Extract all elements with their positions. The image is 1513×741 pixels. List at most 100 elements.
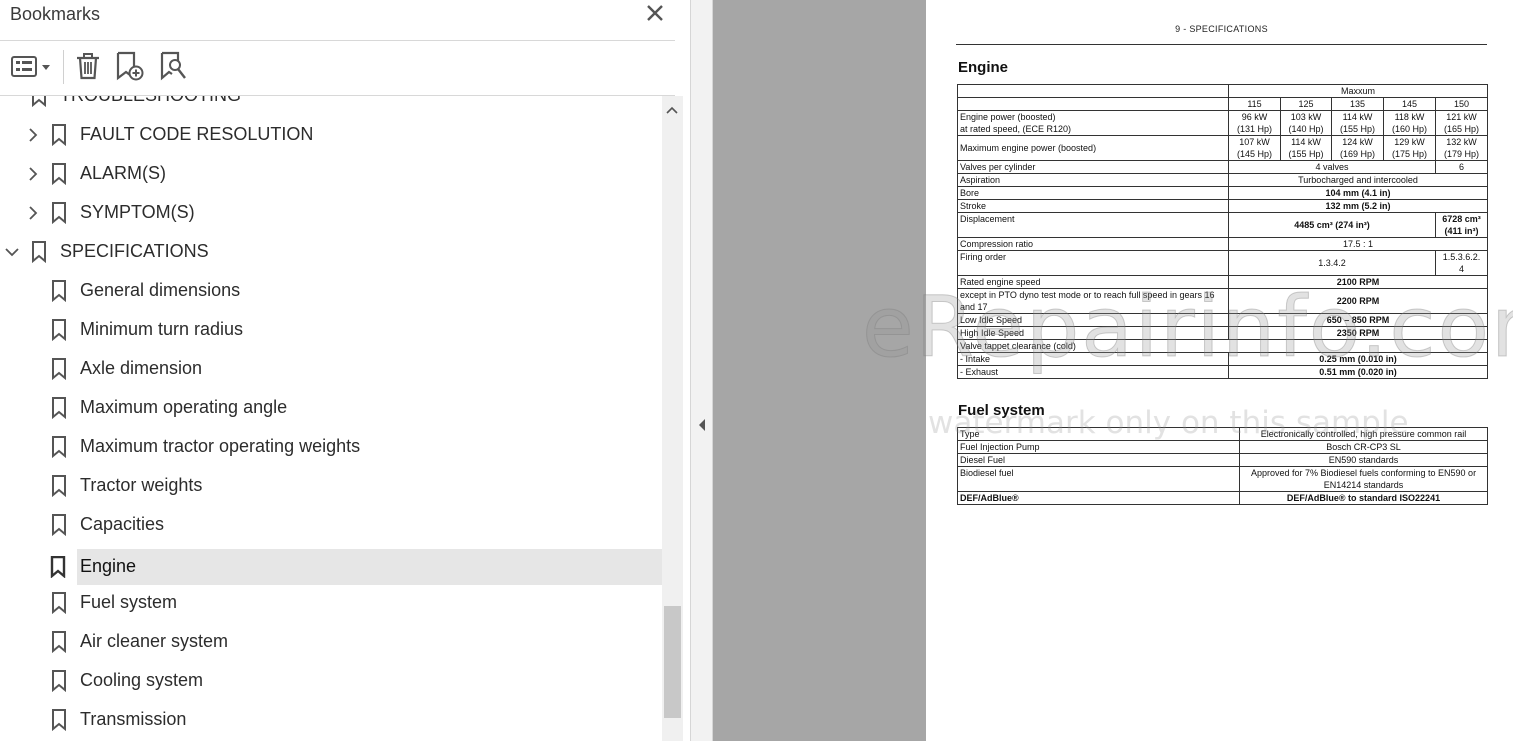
- value-cell: 132 mm (5.2 in): [1227, 199, 1489, 213]
- table-row: Fuel Injection Pump Bosch CR-CP3 SL: [957, 440, 1488, 454]
- bookmark-label: Capacities: [80, 514, 165, 534]
- row-label: - Intake: [957, 352, 1229, 366]
- bookmark-item-axle-dimension[interactable]: Axle dimension: [0, 351, 662, 387]
- row-label: Type: [957, 427, 1240, 441]
- row-label: Rated engine speed: [957, 275, 1229, 289]
- collapse-panel-icon[interactable]: [697, 418, 707, 432]
- row-label: Biodiesel fuel: [957, 466, 1240, 492]
- bookmark-label: Cooling system: [80, 670, 204, 690]
- scroll-up-icon[interactable]: [665, 104, 679, 116]
- engine-spec-table: Maxxum 115 125 135 145 150 Engine power …: [956, 84, 1489, 379]
- chevron-right-icon[interactable]: [25, 127, 41, 143]
- value-cell: 107 kW (145 Hp): [1228, 135, 1281, 161]
- bookmark-icon: [52, 163, 66, 185]
- value-cell: 129 kW (175 Hp): [1383, 135, 1436, 161]
- bookmark-item-fault-code-resolution[interactable]: FAULT CODE RESOLUTION: [0, 117, 662, 153]
- find-bookmark-button[interactable]: [158, 51, 188, 81]
- value-cell: 6728 cm³ (411 in³): [1434, 212, 1489, 238]
- value-cell: 4485 cm³ (274 in³): [1228, 212, 1436, 238]
- bookmark-label: ALARM(S): [80, 163, 167, 183]
- bookmarks-scrollbar[interactable]: [662, 96, 683, 741]
- bookmark-item-specifications[interactable]: SPECIFICATIONS: [0, 234, 662, 270]
- bookmark-label: Tractor weights: [80, 475, 203, 495]
- bookmark-icon: [52, 670, 66, 692]
- table-row: Firing order 1.3.4.2 1.5.3.6.2. 4: [957, 250, 1489, 276]
- bookmark-label: TROUBLESHOOTING: [60, 96, 241, 106]
- table-row: Stroke 132 mm (5.2 in): [957, 199, 1489, 213]
- bookmark-item-alarms[interactable]: ALARM(S): [0, 156, 662, 192]
- bookmark-icon: [52, 397, 66, 419]
- bookmark-item-maximum-operating-angle[interactable]: Maximum operating angle: [0, 390, 662, 426]
- chevron-right-icon[interactable]: [25, 205, 41, 221]
- table-row: Rated engine speed 2100 RPM: [957, 275, 1489, 289]
- model-cell: 150: [1434, 97, 1489, 111]
- row-label: Aspiration: [957, 173, 1229, 187]
- row-label: High Idle Speed: [957, 326, 1229, 340]
- bookmark-label: Axle dimension: [80, 358, 203, 378]
- row-label: Diesel Fuel: [957, 453, 1240, 467]
- table-row: Bore 104 mm (4.1 in): [957, 186, 1489, 200]
- value-cell: 132 kW (179 Hp): [1434, 135, 1489, 161]
- bookmark-item-transmission[interactable]: Transmission: [0, 702, 662, 738]
- table-row: Displacement 4485 cm³ (274 in³) 6728 cm³…: [957, 212, 1489, 238]
- row-label: Displacement: [957, 212, 1229, 238]
- value-cell: 2100 RPM: [1227, 275, 1489, 289]
- list-options-icon: [11, 56, 50, 77]
- table-row: except in PTO dyno test mode or to reach…: [957, 288, 1489, 314]
- value-cell: 124 kW (169 Hp): [1331, 135, 1384, 161]
- bookmark-item-maximum-tractor-operating-weights[interactable]: Maximum tractor operating weights: [0, 429, 662, 465]
- bookmarks-title: Bookmarks: [10, 4, 101, 24]
- bookmark-label: FAULT CODE RESOLUTION: [80, 124, 314, 144]
- table-row: Valve tappet clearance (cold): [956, 339, 1489, 353]
- row-label: Engine power (boosted) at rated speed, (E…: [957, 110, 1229, 136]
- table-row: Maximum engine power (boosted) 107 kW (14…: [957, 135, 1489, 161]
- bookmark-item-capacities[interactable]: Capacities: [0, 507, 662, 543]
- bookmark-label: SYMPTOM(S): [80, 202, 195, 222]
- value-cell: 96 kW (131 Hp): [1228, 110, 1281, 136]
- bookmark-icon: [50, 556, 66, 578]
- close-panel-button[interactable]: [643, 1, 667, 25]
- options-menu-button[interactable]: [10, 53, 52, 81]
- row-label: Valves per cylinder: [957, 160, 1229, 174]
- panel-splitter[interactable]: [690, 0, 713, 741]
- bookmark-icon: [32, 241, 46, 263]
- bookmarks-panel: Bookmarks FAULT CODE RESOLUTION ALARM(S)…: [0, 0, 690, 741]
- value-cell: 2350 RPM: [1227, 326, 1489, 340]
- bookmark-item-troubleshooting[interactable]: TROUBLESHOOTING: [0, 96, 662, 114]
- bookmark-item-symptoms[interactable]: SYMPTOM(S): [0, 195, 662, 231]
- bookmark-icon: [52, 592, 66, 614]
- value-cell: 1.5.3.6.2. 4: [1434, 250, 1489, 276]
- engine-section-title: Engine: [958, 59, 1009, 76]
- bookmark-item-tractor-weights[interactable]: Tractor weights: [0, 468, 662, 504]
- bookmark-item-cooling-system[interactable]: Cooling system: [0, 663, 662, 699]
- table-row: Biodiesel fuel Approved for 7% Biodiesel…: [957, 466, 1488, 492]
- value-cell: 4 valves: [1228, 160, 1436, 174]
- bookmark-label: General dimensions: [80, 280, 241, 300]
- table-row: Low Idle Speed 650 – 850 RPM: [957, 313, 1489, 327]
- value-cell: EN590 standards: [1239, 453, 1488, 467]
- value-cell: 103 kW (140 Hp): [1280, 110, 1332, 136]
- bookmark-item-air-cleaner-system[interactable]: Air cleaner system: [0, 624, 662, 660]
- model-group-cell: Maxxum: [1227, 84, 1489, 98]
- row-label: Fuel Injection Pump: [957, 440, 1240, 454]
- value-cell: Turbocharged and intercooled: [1227, 173, 1489, 187]
- bookmark-icon: [52, 358, 66, 380]
- bookmark-item-fuel-system[interactable]: Fuel system: [0, 585, 662, 621]
- bookmark-label: SPECIFICATIONS: [60, 241, 209, 261]
- bookmark-item-engine[interactable]: Engine: [50, 549, 662, 585]
- chevron-down-icon[interactable]: [4, 244, 20, 260]
- value-cell: 1.3.4.2: [1228, 250, 1436, 276]
- table-row: Valves per cylinder 4 valves 6: [957, 160, 1489, 174]
- scrollbar-thumb[interactable]: [664, 606, 681, 718]
- bookmark-item-minimum-turn-radius[interactable]: Minimum turn radius: [0, 312, 662, 348]
- row-label: except in PTO dyno test mode or to reach…: [957, 288, 1229, 314]
- bookmark-item-general-dimensions[interactable]: General dimensions: [0, 273, 662, 309]
- pdf-page: 9 - SPECIFICATIONS Engine Maxxum 115 125…: [926, 0, 1513, 741]
- add-bookmark-button[interactable]: [114, 51, 146, 81]
- bookmarks-tree: TROUBLESHOOTING FAULT CODE RESOLUTION AL…: [0, 96, 662, 741]
- bookmark-label: Minimum turn radius: [80, 319, 244, 339]
- bookmark-icon: [52, 631, 66, 653]
- chevron-right-icon[interactable]: [25, 166, 41, 182]
- delete-bookmark-button[interactable]: [74, 51, 102, 81]
- value-cell: 118 kW (160 Hp): [1383, 110, 1436, 136]
